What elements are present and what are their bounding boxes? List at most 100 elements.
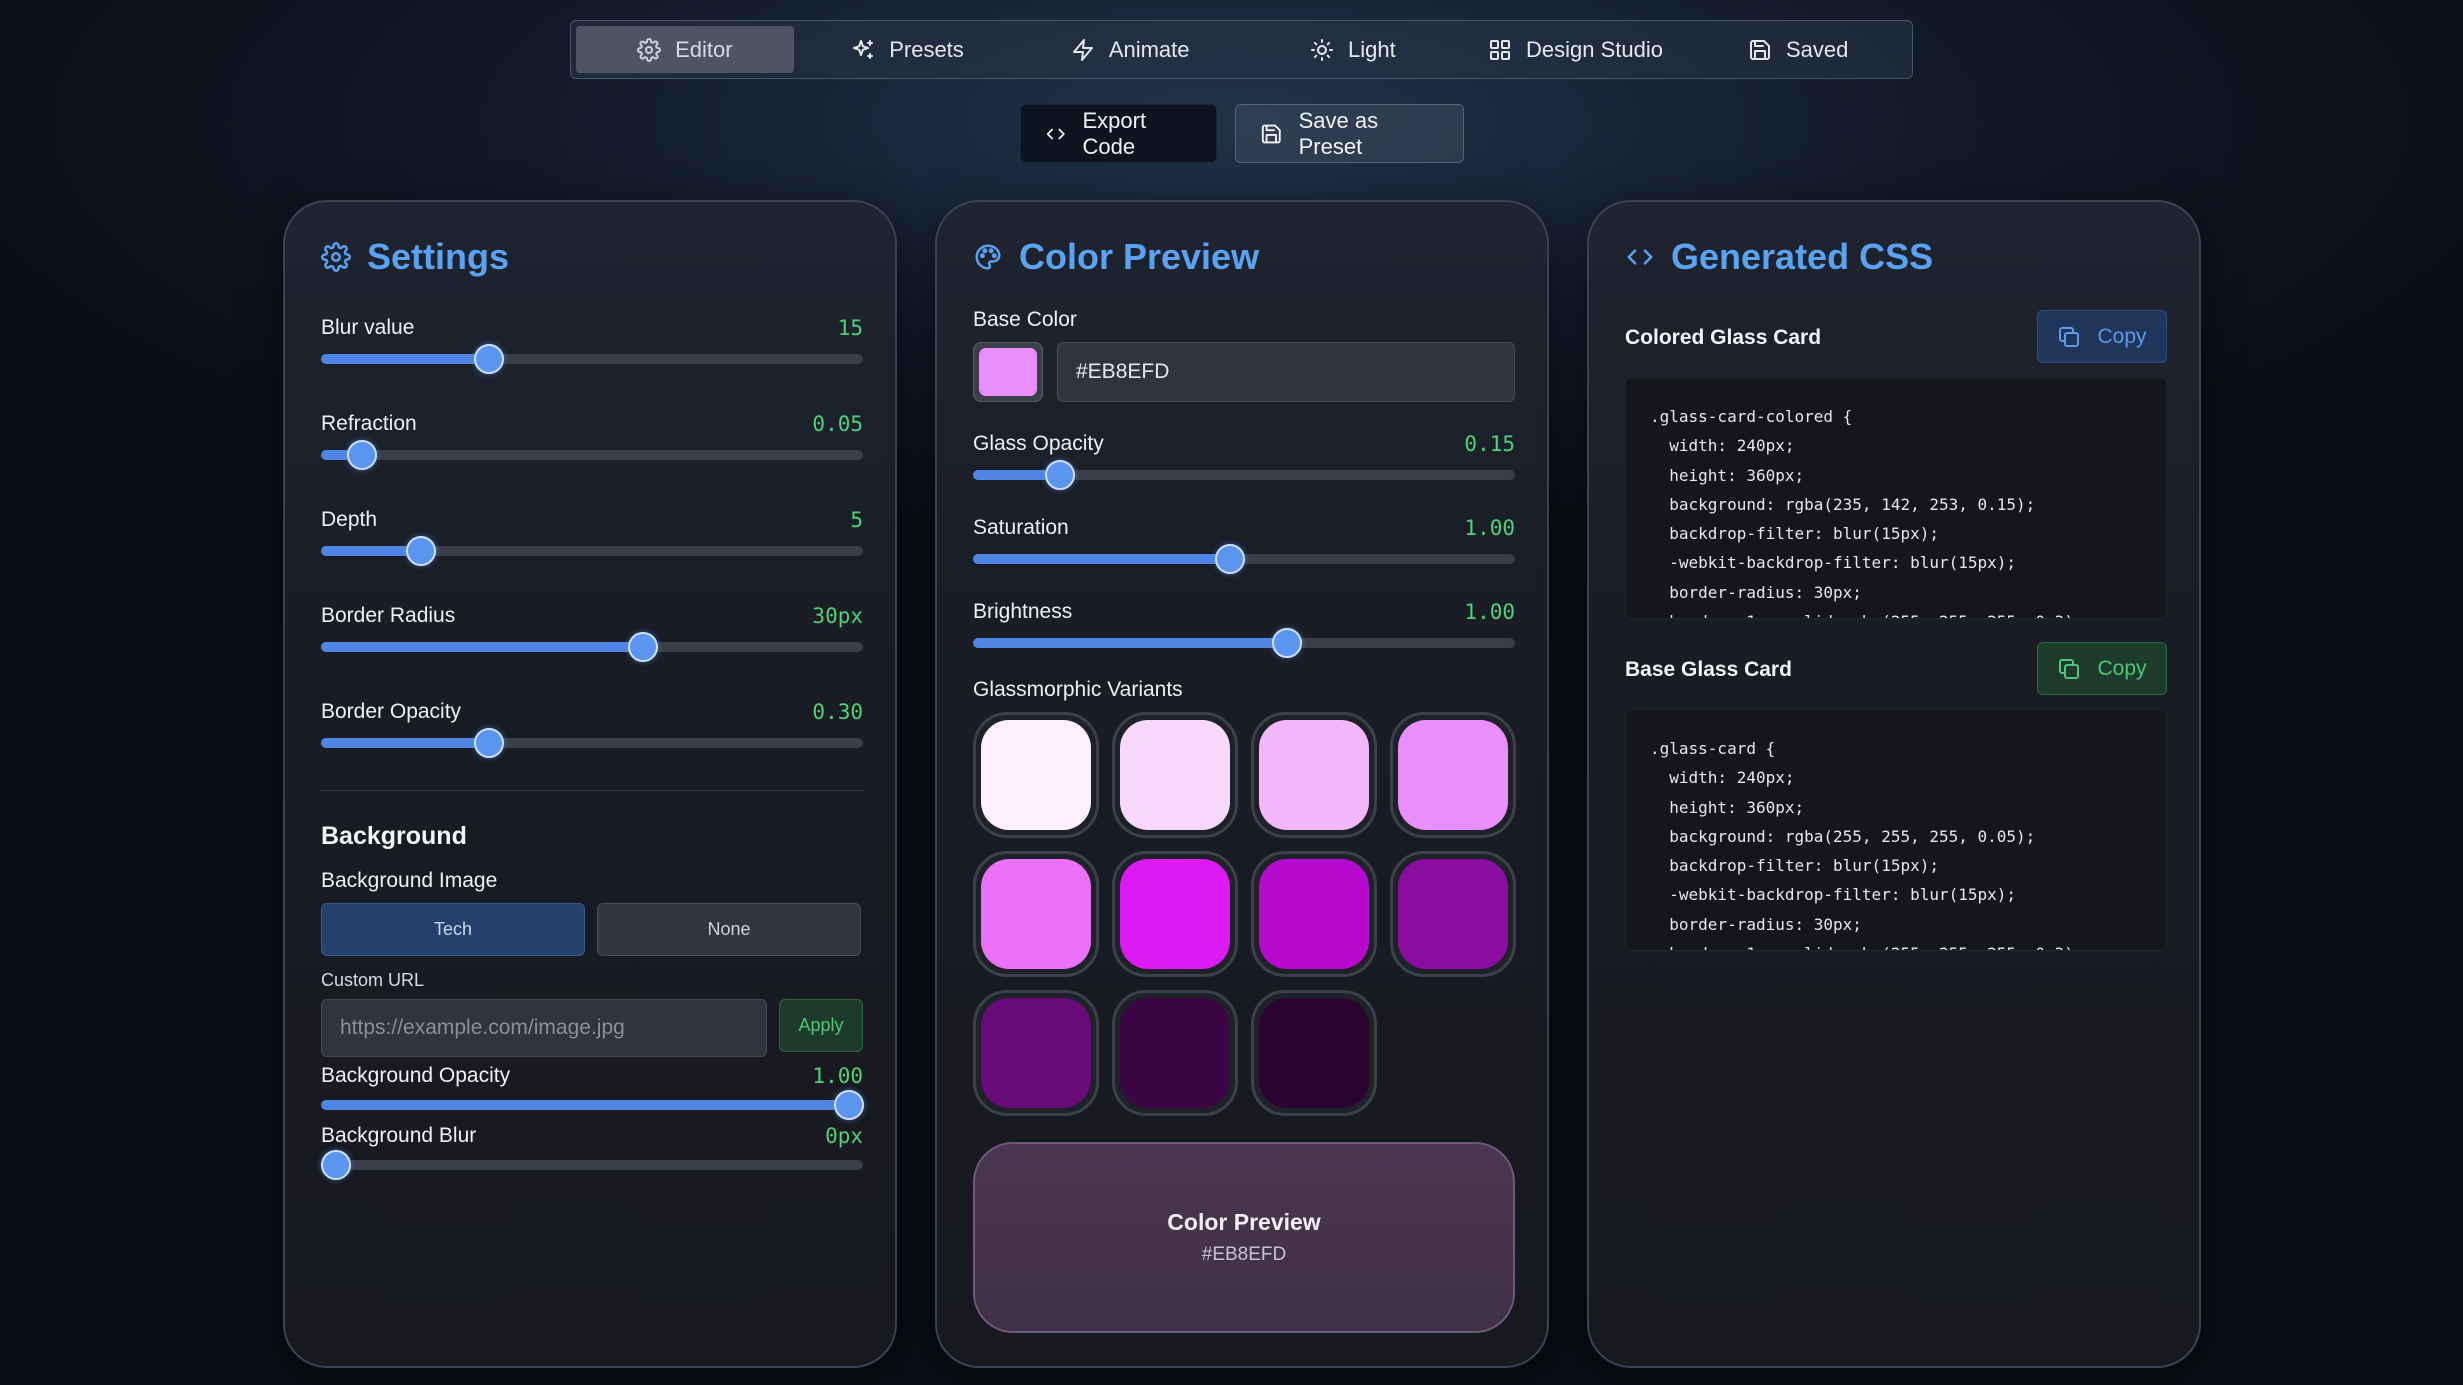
- slider-label: Background Blur: [321, 1124, 477, 1147]
- background-heading: Background: [321, 822, 467, 850]
- tab-design-studio[interactable]: Design Studio: [1467, 26, 1685, 73]
- slider-track[interactable]: [321, 344, 863, 374]
- tab-label: Design Studio: [1526, 36, 1664, 62]
- variant-swatch[interactable]: [973, 851, 1099, 977]
- custom-url-input[interactable]: [321, 999, 767, 1057]
- slider-track[interactable]: [973, 628, 1515, 658]
- slider-track[interactable]: [321, 1090, 865, 1120]
- variant-color: [1398, 720, 1508, 830]
- copy-label: Copy: [2097, 656, 2147, 680]
- slider-track[interactable]: [321, 440, 863, 470]
- export-code-label: Export Code: [1082, 107, 1147, 159]
- export-code-button[interactable]: Export Code: [1020, 104, 1217, 163]
- variant-swatch[interactable]: [1112, 990, 1238, 1116]
- slider-fill: [973, 554, 1231, 564]
- variant-swatch[interactable]: [1112, 712, 1238, 838]
- slider-label: Depth: [321, 508, 378, 531]
- slider-label: Refraction: [321, 412, 417, 435]
- variant-color: [1120, 720, 1230, 830]
- base-color-label: Base Color: [973, 308, 1077, 331]
- variant-swatch[interactable]: [1390, 851, 1516, 977]
- slider-thumb[interactable]: [346, 440, 377, 470]
- slider-track[interactable]: [973, 460, 1515, 490]
- variant-color: [1259, 859, 1369, 969]
- slider-value: 15: [837, 316, 863, 340]
- preview-card-title: Color Preview: [1167, 1209, 1321, 1235]
- slider-thumb[interactable]: [1272, 628, 1303, 658]
- variant-swatch[interactable]: [1390, 712, 1516, 838]
- slider-brightness: Brightness 1.00: [973, 600, 1515, 658]
- slider-track[interactable]: [321, 536, 863, 566]
- slider-thumb[interactable]: [1215, 544, 1246, 574]
- slider-track[interactable]: [321, 728, 863, 758]
- slider-thumb[interactable]: [406, 536, 437, 566]
- tab-editor[interactable]: Editor: [576, 26, 794, 73]
- variant-swatch[interactable]: [1112, 851, 1238, 977]
- variant-swatch[interactable]: [1251, 712, 1377, 838]
- slider-thumb[interactable]: [320, 1150, 351, 1180]
- slider-blur: Blur value 15: [321, 316, 863, 374]
- slider-value: 30px: [812, 604, 863, 628]
- slider-value: 5: [850, 508, 863, 532]
- slider-background-blur: Background Blur 0px: [320, 1124, 863, 1180]
- slider-thumb[interactable]: [474, 728, 505, 758]
- slider-value: 1.00: [1464, 516, 1515, 540]
- background-image-label: Background Image: [321, 869, 498, 892]
- slider-thumb[interactable]: [1044, 460, 1075, 490]
- tab-light[interactable]: Light: [1244, 26, 1462, 73]
- background-option-none[interactable]: None: [597, 903, 861, 956]
- variants-label: Glassmorphic Variants: [973, 678, 1183, 701]
- copy-base-css-button[interactable]: Copy: [2037, 642, 2167, 695]
- tab-saved[interactable]: Saved: [1689, 26, 1907, 73]
- variant-swatch[interactable]: [973, 990, 1099, 1116]
- base-color-hex-input[interactable]: [1057, 342, 1515, 402]
- tab-animate[interactable]: Animate: [1021, 26, 1239, 73]
- slider-thumb[interactable]: [628, 632, 659, 662]
- sparkles-icon: [853, 39, 874, 59]
- copy-label: Copy: [2097, 324, 2147, 348]
- slider-fill: [321, 738, 490, 748]
- save-as-preset-button[interactable]: Save as Preset: [1235, 104, 1464, 163]
- zap-icon: [1072, 38, 1093, 61]
- gear-icon: [637, 37, 662, 62]
- save-icon: [1261, 124, 1281, 143]
- tab-label: Light: [1347, 36, 1396, 62]
- code-block-title: Base Glass Card: [1625, 658, 1792, 681]
- colored-css-code: .glass-card-colored { width: 240px; heig…: [1625, 377, 2167, 619]
- variant-color: [1120, 998, 1230, 1108]
- tab-label: Editor: [675, 36, 733, 62]
- slider-fill: [321, 642, 644, 652]
- action-bar: Export Code Save as Preset: [1020, 104, 1464, 163]
- slider-border-opacity: Border Opacity 0.30: [321, 700, 863, 758]
- apply-url-button[interactable]: Apply: [779, 999, 863, 1052]
- slider-depth: Depth 5: [321, 508, 863, 566]
- slider-thumb[interactable]: [834, 1090, 865, 1120]
- slider-thumb[interactable]: [474, 344, 505, 374]
- copy-colored-css-button[interactable]: Copy: [2037, 310, 2167, 363]
- variants-grid: [973, 712, 1516, 1116]
- tab-presets[interactable]: Presets: [799, 26, 1017, 73]
- slider-value: 1.00: [1464, 600, 1515, 624]
- sun-icon: [1310, 38, 1333, 61]
- variant-color: [1259, 998, 1369, 1108]
- slider-track[interactable]: [321, 632, 863, 662]
- variant-swatch[interactable]: [1251, 990, 1377, 1116]
- tab-label: Saved: [1786, 36, 1849, 62]
- slider-fill: [321, 1100, 850, 1110]
- color-preview-card: Color Preview #EB8EFD: [973, 1142, 1515, 1333]
- background-option-tech[interactable]: Tech: [321, 903, 585, 956]
- generated-css-title: Generated CSS: [1625, 236, 1933, 278]
- slider-label: Background Opacity: [321, 1064, 511, 1087]
- slider-label: Border Opacity: [321, 700, 462, 723]
- slider-track[interactable]: [320, 1150, 863, 1180]
- slider-value: 0px: [825, 1124, 863, 1148]
- slider-border-radius: Border Radius 30px: [321, 604, 863, 662]
- slider-track[interactable]: [973, 544, 1515, 574]
- variant-swatch[interactable]: [973, 712, 1099, 838]
- slider-label: Glass Opacity: [973, 432, 1104, 455]
- base-color-swatch[interactable]: [973, 342, 1043, 402]
- slider-label: Brightness: [973, 600, 1073, 623]
- tab-label: Animate: [1108, 36, 1190, 62]
- variant-swatch[interactable]: [1251, 851, 1377, 977]
- layout-grid-icon: [1490, 39, 1511, 60]
